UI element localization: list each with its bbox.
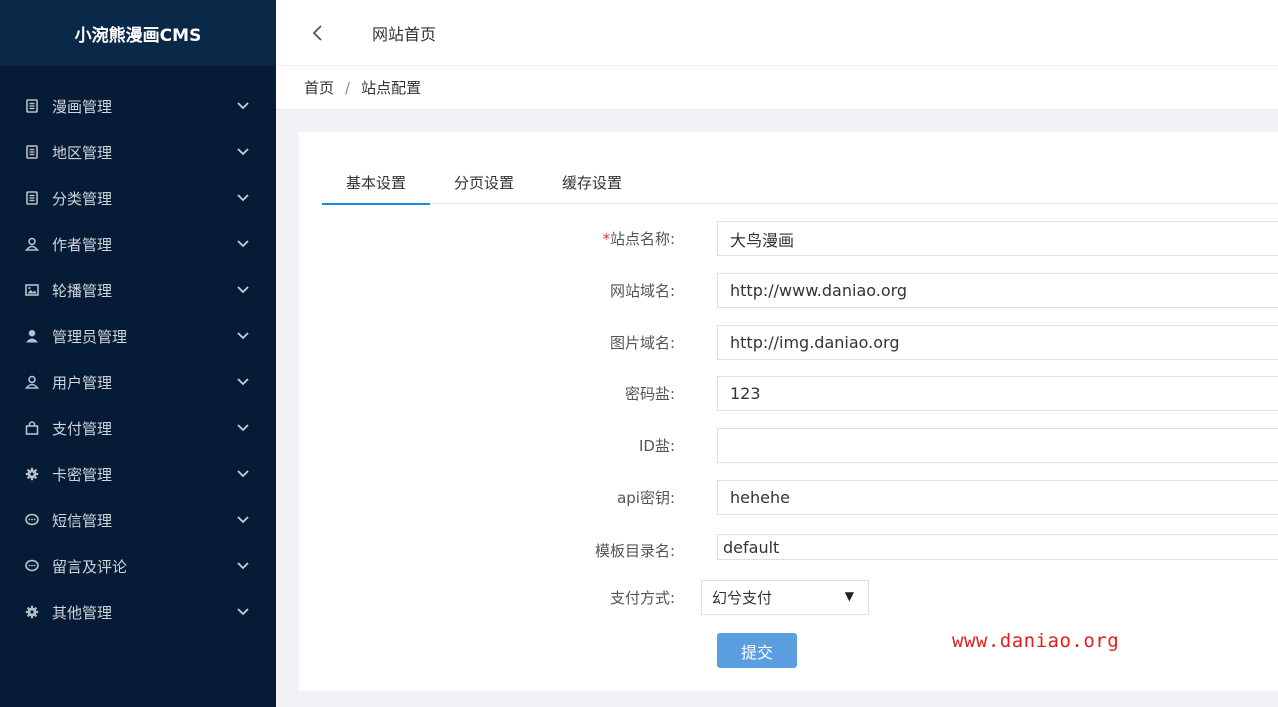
chevron-down-icon [236, 513, 250, 527]
sidebar-item-regions[interactable]: 地区管理 [0, 129, 276, 175]
sidebar-item-label: 分类管理 [52, 189, 113, 208]
api-key-label: api密钥: [617, 489, 675, 507]
sidebar-item-label: 轮播管理 [52, 281, 113, 300]
sidebar-item-label: 支付管理 [52, 419, 113, 438]
chevron-down-icon [236, 329, 250, 343]
sidebar-item-label: 作者管理 [52, 235, 113, 254]
image-icon [24, 282, 40, 298]
breadcrumb-home[interactable]: 首页 [304, 77, 334, 98]
sidebar-item-authors[interactable]: 作者管理 [0, 221, 276, 267]
form-row-payment: 支付方式: 幻兮支付 ▼ [299, 580, 1278, 615]
chevron-down-icon [236, 99, 250, 113]
payment-label: 支付方式: [609, 589, 675, 607]
settings-tabs: 基本设置 分页设置 缓存设置 [322, 160, 1278, 205]
password-salt-label: 密码盐: [624, 385, 675, 403]
form-row-api-key: api密钥: [299, 480, 1278, 515]
tab-basic-settings[interactable]: 基本设置 [322, 160, 430, 205]
form-row-password-salt: 密码盐: [299, 376, 1278, 411]
book-icon [24, 144, 40, 160]
breadcrumb-current: 站点配置 [361, 79, 422, 97]
chevron-down-icon [236, 421, 250, 435]
top-header: 网站首页 [276, 0, 1278, 66]
id-salt-input[interactable] [717, 428, 1278, 463]
bag-icon [24, 420, 40, 436]
dropdown-arrow-icon: ▼ [844, 589, 854, 603]
sidebar-item-cards[interactable]: 卡密管理 [0, 451, 276, 497]
chevron-down-icon [236, 145, 250, 159]
sidebar-item-categories[interactable]: 分类管理 [0, 175, 276, 221]
site-name-label: *站点名称: [299, 228, 675, 249]
gear-icon [24, 466, 40, 482]
site-domain-label: 网站域名: [609, 282, 675, 300]
settings-card: 基本设置 分页设置 缓存设置 *站点名称: 网站域名: 图片域名: 密码盐: I… [299, 132, 1278, 691]
app-logo: 小涴熊漫画CMS [0, 0, 276, 66]
header-title[interactable]: 网站首页 [372, 21, 436, 45]
sidebar-item-users[interactable]: 用户管理 [0, 359, 276, 405]
book-icon [24, 98, 40, 114]
form-row-id-salt: ID盐: [299, 428, 1278, 463]
form-row-template-dir: 模板目录名: [299, 534, 1278, 560]
sidebar-item-label: 短信管理 [52, 511, 113, 530]
form-row-site-domain: 网站域名: [299, 273, 1278, 308]
form-row-site-name: *站点名称: [299, 221, 1278, 256]
required-mark: * [602, 230, 610, 248]
form-row-img-domain: 图片域名: [299, 325, 1278, 360]
site-domain-input[interactable] [717, 273, 1278, 308]
sidebar-item-payments[interactable]: 支付管理 [0, 405, 276, 451]
watermark-text: www.daniao.org [952, 630, 1120, 652]
img-domain-input[interactable] [717, 325, 1278, 360]
sidebar-item-label: 留言及评论 [52, 557, 128, 576]
chat-icon [24, 558, 40, 574]
sidebar: 小涴熊漫画CMS 漫画管理 地区管理 分类管理 作者管理 轮播管理 管理员管理 … [0, 0, 276, 707]
user-outline-icon [24, 236, 40, 252]
img-domain-label: 图片域名: [609, 334, 675, 352]
chevron-down-icon [236, 467, 250, 481]
sidebar-item-label: 卡密管理 [52, 465, 113, 484]
submit-button[interactable]: 提交 [717, 633, 797, 668]
id-salt-label: ID盐: [638, 437, 675, 455]
sidebar-item-comments[interactable]: 留言及评论 [0, 543, 276, 589]
chevron-down-icon [236, 375, 250, 389]
template-dir-label: 模板目录名: [594, 541, 675, 560]
payment-selected-value: 幻兮支付 [712, 589, 773, 607]
breadcrumb: 首页 / 站点配置 [276, 66, 1278, 110]
site-name-input[interactable] [717, 221, 1278, 256]
tab-cache-settings[interactable]: 缓存设置 [538, 160, 646, 204]
sidebar-item-sms[interactable]: 短信管理 [0, 497, 276, 543]
book-icon [24, 190, 40, 206]
sidebar-item-label: 漫画管理 [52, 97, 113, 116]
chevron-down-icon [236, 237, 250, 251]
sidebar-item-comics[interactable]: 漫画管理 [0, 83, 276, 129]
chat-icon [24, 512, 40, 528]
sidebar-item-admins[interactable]: 管理员管理 [0, 313, 276, 359]
site-name-label-text: 站点名称: [609, 230, 675, 248]
sidebar-item-other[interactable]: 其他管理 [0, 589, 276, 635]
sidebar-item-carousel[interactable]: 轮播管理 [0, 267, 276, 313]
back-button[interactable] [302, 18, 332, 48]
sidebar-item-label: 地区管理 [52, 143, 113, 162]
chevron-left-icon [312, 24, 322, 41]
user-outline-icon [24, 374, 40, 390]
sidebar-item-label: 其他管理 [52, 603, 113, 622]
chevron-down-icon [236, 559, 250, 573]
user-icon [24, 328, 40, 344]
sidebar-item-label: 用户管理 [52, 373, 113, 392]
chevron-down-icon [236, 191, 250, 205]
breadcrumb-separator: / [345, 78, 351, 97]
chevron-down-icon [236, 283, 250, 297]
chevron-down-icon [236, 605, 250, 619]
tab-pagination-settings[interactable]: 分页设置 [430, 160, 538, 204]
sidebar-item-label: 管理员管理 [52, 327, 128, 346]
gear-icon [24, 604, 40, 620]
password-salt-input[interactable] [717, 376, 1278, 411]
api-key-input[interactable] [717, 480, 1278, 515]
sidebar-menu: 漫画管理 地区管理 分类管理 作者管理 轮播管理 管理员管理 用户管理 支付管理… [0, 66, 276, 635]
payment-select[interactable]: 幻兮支付 ▼ [701, 580, 869, 615]
template-dir-input[interactable] [717, 534, 1278, 560]
